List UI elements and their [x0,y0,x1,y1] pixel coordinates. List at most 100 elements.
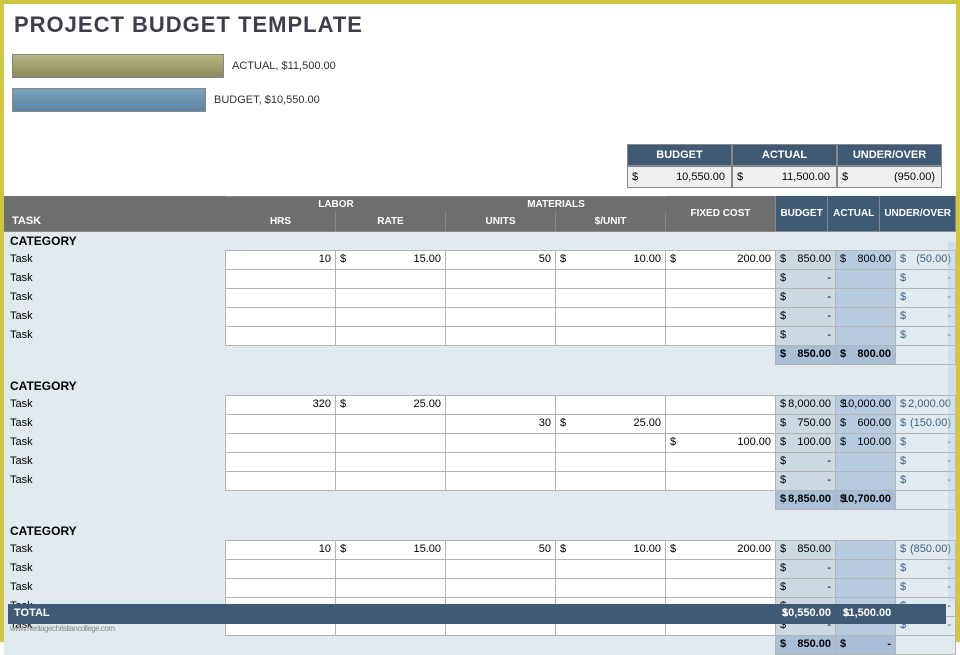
table-cell[interactable] [835,471,896,491]
table-cell[interactable]: $- [895,288,956,308]
table-cell[interactable] [225,433,336,453]
table-cell[interactable] [835,288,896,308]
table-cell[interactable]: $25.00 [335,395,446,415]
table-cell[interactable]: $200.00 [665,250,776,270]
table-cell[interactable] [335,471,446,491]
table-cell[interactable] [665,395,776,415]
table-cell[interactable]: 50 [445,540,556,560]
table-cell[interactable]: $- [895,559,956,579]
table-cell[interactable] [665,471,776,491]
table-cell[interactable]: $15.00 [335,540,446,560]
table-cell[interactable] [445,307,556,327]
table-cell[interactable]: $10,000.00 [835,395,896,415]
table-cell[interactable] [225,326,336,346]
table-cell[interactable]: $600.00 [835,414,896,434]
table-cell[interactable] [555,559,666,579]
table-cell[interactable] [555,269,666,289]
table-cell[interactable] [665,559,776,579]
table-cell[interactable]: $- [835,635,896,655]
table-cell[interactable]: $850.00 [775,540,836,560]
table-cell[interactable] [225,414,336,434]
table-cell[interactable] [835,559,896,579]
table-cell[interactable] [555,326,666,346]
table-cell[interactable] [335,452,446,472]
table-cell[interactable]: $- [775,559,836,579]
table-cell[interactable]: $- [895,452,956,472]
table-cell[interactable]: $100.00 [775,433,836,453]
table-cell[interactable] [445,452,556,472]
table-cell[interactable] [225,559,336,579]
table-cell[interactable] [835,540,896,560]
table-cell[interactable] [555,433,666,453]
table-cell[interactable]: 320 [225,395,336,415]
table-cell[interactable] [555,395,666,415]
table-cell[interactable] [225,578,336,598]
table-cell[interactable] [555,288,666,308]
table-cell[interactable]: $(50.00) [895,250,956,270]
table-cell[interactable]: $- [775,307,836,327]
table-cell[interactable]: $8,000.00 [775,395,836,415]
table-cell[interactable] [335,433,446,453]
table-cell[interactable] [555,578,666,598]
table-cell[interactable] [445,559,556,579]
table-cell[interactable] [445,395,556,415]
table-cell[interactable]: $(150.00) [895,414,956,434]
table-cell[interactable]: $- [775,578,836,598]
table-cell[interactable]: $10.00 [555,250,666,270]
table-cell[interactable] [225,269,336,289]
table-cell[interactable] [335,578,446,598]
table-cell[interactable]: $10.00 [555,540,666,560]
table-cell[interactable]: $- [775,326,836,346]
table-cell[interactable]: $- [775,269,836,289]
table-cell[interactable]: 10 [225,540,336,560]
table-cell[interactable] [665,269,776,289]
table-cell[interactable] [445,433,556,453]
table-cell[interactable] [225,471,336,491]
table-cell[interactable] [835,307,896,327]
table-cell[interactable] [665,307,776,327]
table-cell[interactable]: $- [895,433,956,453]
table-cell[interactable] [555,307,666,327]
table-cell[interactable] [225,288,336,308]
table-cell[interactable] [555,471,666,491]
table-cell[interactable]: $10,700.00 [835,490,896,510]
table-cell[interactable] [665,452,776,472]
table-cell[interactable]: 50 [445,250,556,270]
table-cell[interactable] [835,578,896,598]
table-cell[interactable] [835,452,896,472]
table-cell[interactable] [835,269,896,289]
table-cell[interactable]: 30 [445,414,556,434]
table-cell[interactable] [445,288,556,308]
table-cell[interactable] [335,288,446,308]
table-cell[interactable]: $- [775,471,836,491]
table-cell[interactable]: $850.00 [775,635,836,655]
table-cell[interactable]: $200.00 [665,540,776,560]
table-cell[interactable]: 10 [225,250,336,270]
table-cell[interactable]: $850.00 [775,345,836,365]
table-cell[interactable]: $100.00 [835,433,896,453]
table-cell[interactable]: $100.00 [665,433,776,453]
table-cell[interactable]: $- [895,307,956,327]
table-cell[interactable] [335,414,446,434]
table-cell[interactable]: $800.00 [835,250,896,270]
table-cell[interactable] [665,578,776,598]
table-cell[interactable]: $- [895,269,956,289]
table-cell[interactable]: $(850.00) [895,540,956,560]
table-cell[interactable]: $- [775,452,836,472]
table-cell[interactable]: $800.00 [835,345,896,365]
table-cell[interactable] [835,326,896,346]
table-cell[interactable] [335,307,446,327]
table-cell[interactable] [665,326,776,346]
table-cell[interactable]: $15.00 [335,250,446,270]
table-cell[interactable] [445,326,556,346]
table-cell[interactable]: $- [775,288,836,308]
table-cell[interactable] [555,452,666,472]
table-cell[interactable]: $- [895,471,956,491]
table-cell[interactable] [335,269,446,289]
table-cell[interactable] [445,471,556,491]
table-cell[interactable] [225,452,336,472]
table-cell[interactable] [335,559,446,579]
table-cell[interactable]: $- [895,578,956,598]
table-cell[interactable] [445,269,556,289]
table-cell[interactable] [665,288,776,308]
